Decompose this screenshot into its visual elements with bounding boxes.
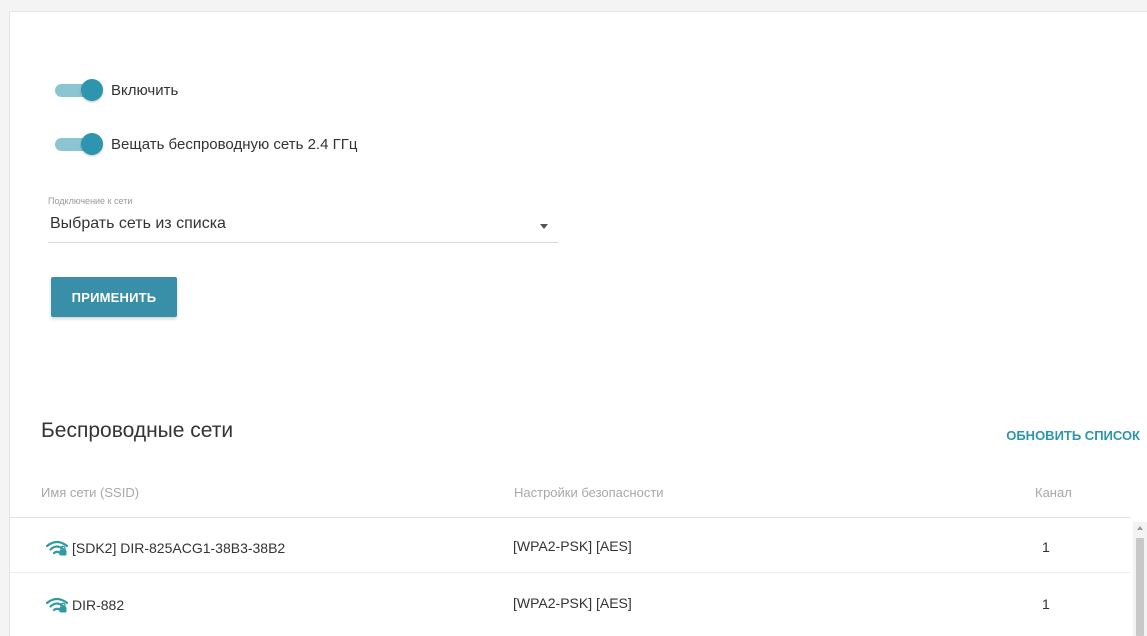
network-security: [WPA2-PSK] [AES] — [513, 538, 632, 554]
network-channel: 1 — [1042, 596, 1050, 612]
column-header-security: Настройки безопасности — [514, 485, 664, 500]
broadcast-toggle-row: Вещать беспроводную сеть 2.4 ГГц — [53, 132, 357, 156]
apply-button[interactable]: ПРИМЕНИТЬ — [51, 277, 177, 317]
connection-select[interactable]: Выбрать сеть из списка — [48, 210, 558, 243]
broadcast-toggle[interactable] — [53, 133, 105, 155]
table-header-divider — [10, 517, 1130, 518]
toggle-knob — [81, 133, 103, 155]
enable-label: Включить — [111, 81, 179, 99]
table-row[interactable]: [SDK2] DIR-825ACG1-38B3-38B2 [WPA2-PSK] … — [10, 525, 1130, 573]
refresh-list-button[interactable]: ОБНОВИТЬ СПИСОК — [1006, 428, 1140, 443]
scrollbar-thumb[interactable] — [1136, 538, 1144, 636]
networks-title: Беспроводные сети — [41, 419, 234, 442]
enable-toggle[interactable] — [53, 79, 105, 101]
enable-toggle-row: Включить — [53, 78, 178, 102]
table-row[interactable]: DIR-882 [WPA2-PSK] [AES] 1 — [10, 582, 1130, 629]
broadcast-label: Вещать беспроводную сеть 2.4 ГГц — [111, 135, 358, 153]
chevron-down-icon — [540, 224, 548, 229]
scroll-up-icon[interactable] — [1137, 526, 1143, 530]
network-ssid: [SDK2] DIR-825ACG1-38B3-38B2 — [72, 540, 286, 556]
network-ssid: DIR-882 — [72, 597, 125, 613]
toggle-knob — [81, 79, 103, 101]
column-header-channel: Канал — [1035, 485, 1072, 500]
table-scrollbar[interactable] — [1133, 522, 1147, 636]
network-channel: 1 — [1042, 539, 1050, 555]
wifi-signal-icon — [46, 540, 68, 556]
connection-select-value: Выбрать сеть из списка — [50, 215, 226, 232]
column-header-ssid: Имя сети (SSID) — [41, 485, 140, 500]
wifi-signal-icon — [46, 597, 68, 613]
network-security: [WPA2-PSK] [AES] — [513, 595, 632, 611]
connection-caption: Подключение к сети — [48, 196, 133, 206]
wifi-client-panel: Включить Вещать беспроводную сеть 2.4 ГГ… — [9, 11, 1147, 636]
